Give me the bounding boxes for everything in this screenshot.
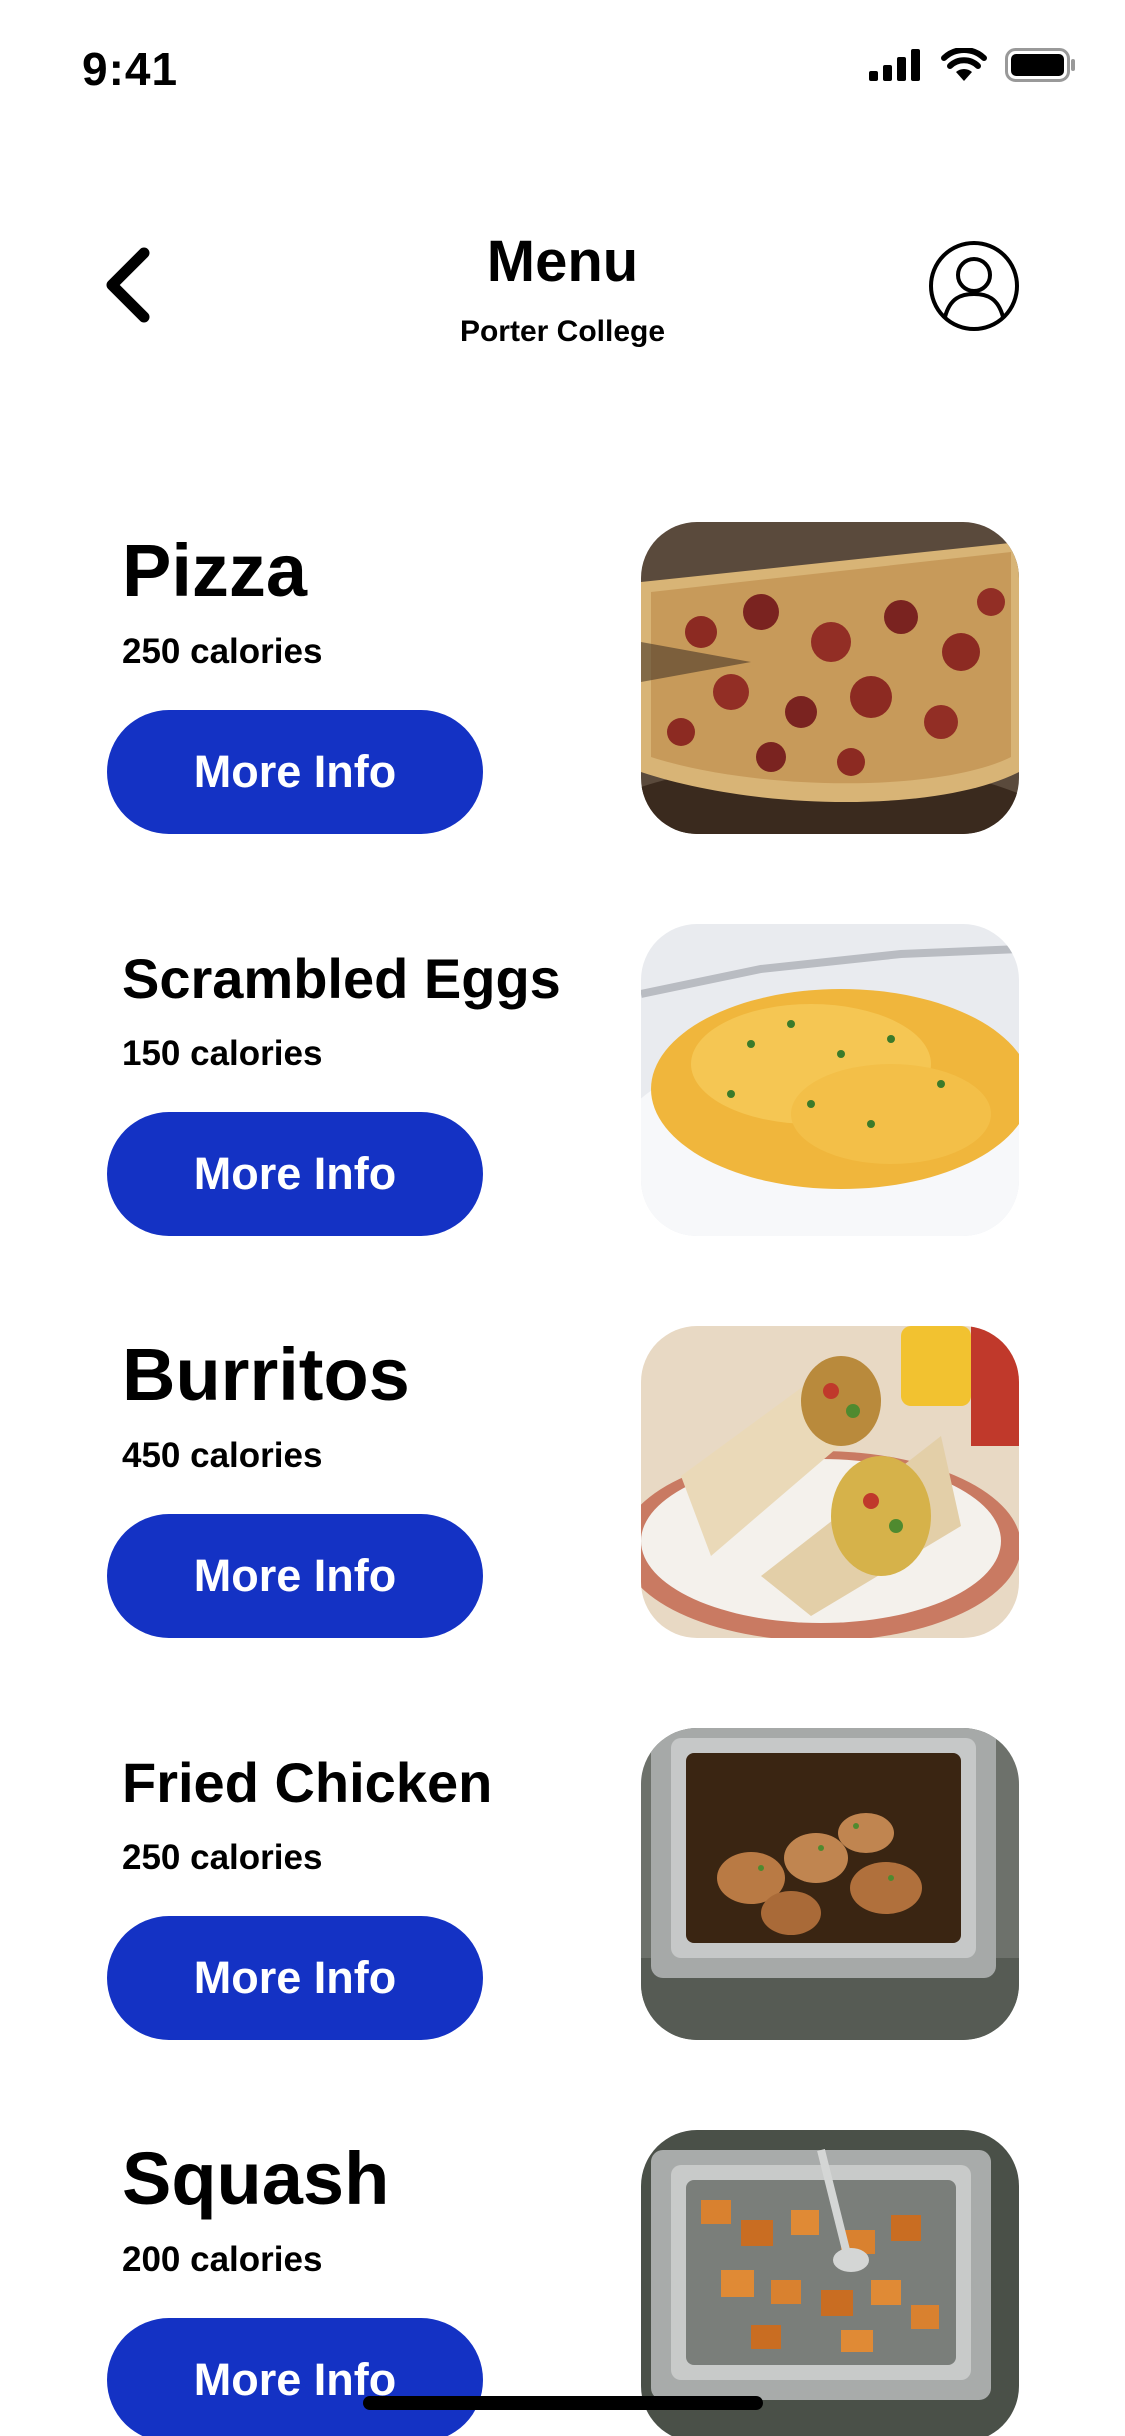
profile-button[interactable]: [928, 240, 1020, 332]
item-calories: 450 calories: [122, 1436, 323, 1475]
more-info-button[interactable]: More Info: [107, 1916, 483, 2040]
menu-screen: 9:41 Menu Porter College Pizza 250 calor…: [0, 0, 1125, 2436]
item-name: Scrambled Eggs: [122, 947, 561, 1010]
cellular-signal-icon: [869, 49, 920, 81]
status-icons: [869, 48, 1077, 82]
item-calories: 250 calories: [122, 1838, 323, 1877]
item-name: Burritos: [122, 1333, 410, 1416]
menu-item-pizza: Pizza 250 calories More Info: [0, 522, 1125, 834]
item-name: Fried Chicken: [122, 1751, 493, 1814]
scrambled-eggs-photo: [641, 924, 1019, 1236]
more-info-button[interactable]: More Info: [107, 710, 483, 834]
item-name: Squash: [122, 2137, 390, 2220]
burritos-photo: [641, 1326, 1019, 1638]
menu-item-scrambled-eggs: Scrambled Eggs 150 calories More Info: [0, 924, 1125, 1236]
battery-icon: [1005, 48, 1075, 82]
item-calories: 250 calories: [122, 632, 323, 671]
item-calories: 150 calories: [122, 1034, 323, 1073]
item-name: Pizza: [122, 529, 308, 612]
more-info-button[interactable]: More Info: [107, 1112, 483, 1236]
more-info-button[interactable]: More Info: [107, 1514, 483, 1638]
menu-item-fried-chicken: Fried Chicken 250 calories More Info: [0, 1728, 1125, 2040]
person-circle-icon: [929, 241, 1019, 331]
home-indicator[interactable]: [363, 2396, 763, 2410]
menu-item-burritos: Burritos 450 calories More Info: [0, 1326, 1125, 1638]
more-info-button[interactable]: More Info: [107, 2318, 483, 2436]
menu-item-squash: Squash 200 calories More Info: [0, 2130, 1125, 2436]
fried-chicken-photo: [641, 1728, 1019, 2040]
item-calories: 200 calories: [122, 2240, 323, 2279]
pizza-photo: [641, 522, 1019, 834]
status-time: 9:41: [82, 43, 179, 95]
wifi-icon: [941, 48, 987, 81]
squash-photo: [641, 2130, 1019, 2436]
